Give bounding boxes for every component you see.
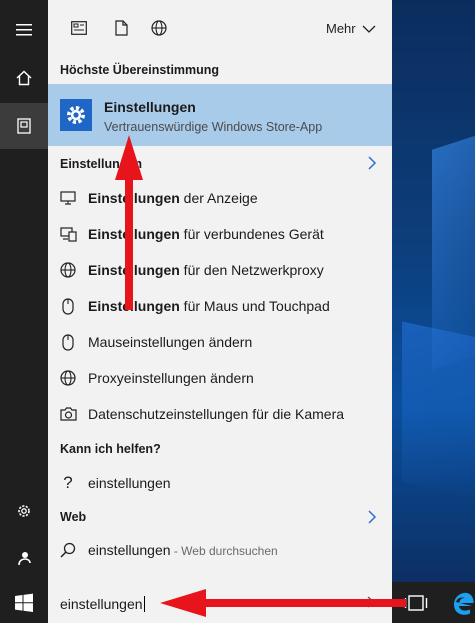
- chevron-right-icon[interactable]: [366, 510, 378, 524]
- filter-bar: Mehr: [48, 0, 392, 56]
- settings-result-network-proxy[interactable]: Einstellungen für den Netzwerkproxy: [48, 252, 392, 288]
- result-label: Einstellungen der Anzeige: [88, 190, 258, 206]
- hamburger-menu-button[interactable]: [0, 10, 48, 50]
- more-filters-button[interactable]: Mehr: [326, 21, 376, 36]
- start-rail: [0, 0, 48, 582]
- notebook-button[interactable]: [0, 103, 48, 149]
- search-icon: [59, 541, 77, 559]
- question-icon: ?: [63, 473, 73, 492]
- feedback-button[interactable]: [0, 538, 48, 578]
- help-result[interactable]: ? einstellungen: [48, 465, 392, 501]
- result-label: Einstellungen für den Netzwerkproxy: [88, 262, 324, 278]
- result-label: Mauseinstellungen ändern: [88, 334, 253, 350]
- home-icon: [16, 70, 32, 86]
- globe-icon: [151, 20, 167, 36]
- globe-icon: [59, 261, 77, 279]
- best-match-header: Höchste Übereinstimmung: [60, 63, 220, 77]
- gear-icon: [18, 505, 30, 517]
- search-box[interactable]: einstellungen: [48, 582, 392, 623]
- web-search-result[interactable]: einstellungen - Web durchsuchen: [48, 532, 392, 568]
- more-label: Mehr: [326, 21, 356, 36]
- chevron-right-icon[interactable]: [366, 596, 376, 608]
- web-section-header: Web: [60, 510, 87, 524]
- mouse-icon: [59, 333, 77, 351]
- apps-filter-button[interactable]: [69, 18, 89, 38]
- settings-app-icon: [60, 99, 92, 131]
- hamburger-icon: [16, 24, 32, 36]
- person-icon: [18, 552, 31, 566]
- web-filter-button[interactable]: [149, 18, 169, 38]
- settings-result-camera-privacy[interactable]: Datenschutzeinstellungen für die Kamera: [48, 396, 392, 432]
- search-results-panel: Mehr Höchste Übereinstimmung Einstellung…: [48, 0, 392, 582]
- result-label: Einstellungen für Maus und Touchpad: [88, 298, 330, 314]
- best-match-subtitle: Vertrauenswürdige Windows Store-App: [104, 120, 323, 134]
- home-button[interactable]: [0, 58, 48, 98]
- settings-result-proxy-settings[interactable]: Proxyeinstellungen ändern: [48, 360, 392, 396]
- notebook-icon: [17, 118, 31, 134]
- devices-icon: [59, 225, 77, 243]
- result-label: einstellungen - Web durchsuchen: [88, 542, 278, 558]
- settings-result-display[interactable]: Einstellungen der Anzeige: [48, 180, 392, 216]
- result-label: einstellungen: [88, 475, 171, 491]
- settings-button[interactable]: [0, 491, 48, 531]
- apps-icon: [71, 21, 87, 35]
- result-label: Einstellungen für verbundenes Gerät: [88, 226, 324, 242]
- best-match-title: Einstellungen: [104, 99, 196, 115]
- settings-result-mouse-settings[interactable]: Mauseinstellungen ändern: [48, 324, 392, 360]
- best-match-result[interactable]: Einstellungen Vertrauenswürdige Windows …: [48, 84, 392, 146]
- chevron-down-icon: [362, 25, 376, 33]
- camera-icon: [59, 405, 77, 423]
- settings-section-header: Einstellungen: [60, 157, 142, 171]
- documents-filter-button[interactable]: [111, 18, 131, 38]
- settings-result-connected-device[interactable]: Einstellungen für verbundenes Gerät: [48, 216, 392, 252]
- document-icon: [114, 20, 128, 36]
- desktop-background: [392, 0, 475, 582]
- windows-start-icon[interactable]: [14, 593, 34, 613]
- result-label: Datenschutzeinstellungen für die Kamera: [88, 406, 345, 422]
- search-input[interactable]: einstellungen: [60, 596, 145, 612]
- gear-icon: [67, 106, 85, 124]
- help-section-header: Kann ich helfen?: [60, 442, 161, 456]
- edge-browser-icon[interactable]: [452, 590, 475, 616]
- chevron-right-icon[interactable]: [366, 156, 378, 170]
- monitor-icon: [59, 189, 77, 207]
- result-label: Proxyeinstellungen ändern: [88, 370, 254, 386]
- task-view-icon[interactable]: [404, 594, 428, 612]
- mouse-icon: [59, 297, 77, 315]
- settings-result-mouse-touchpad[interactable]: Einstellungen für Maus und Touchpad: [48, 288, 392, 324]
- globe-icon: [59, 369, 77, 387]
